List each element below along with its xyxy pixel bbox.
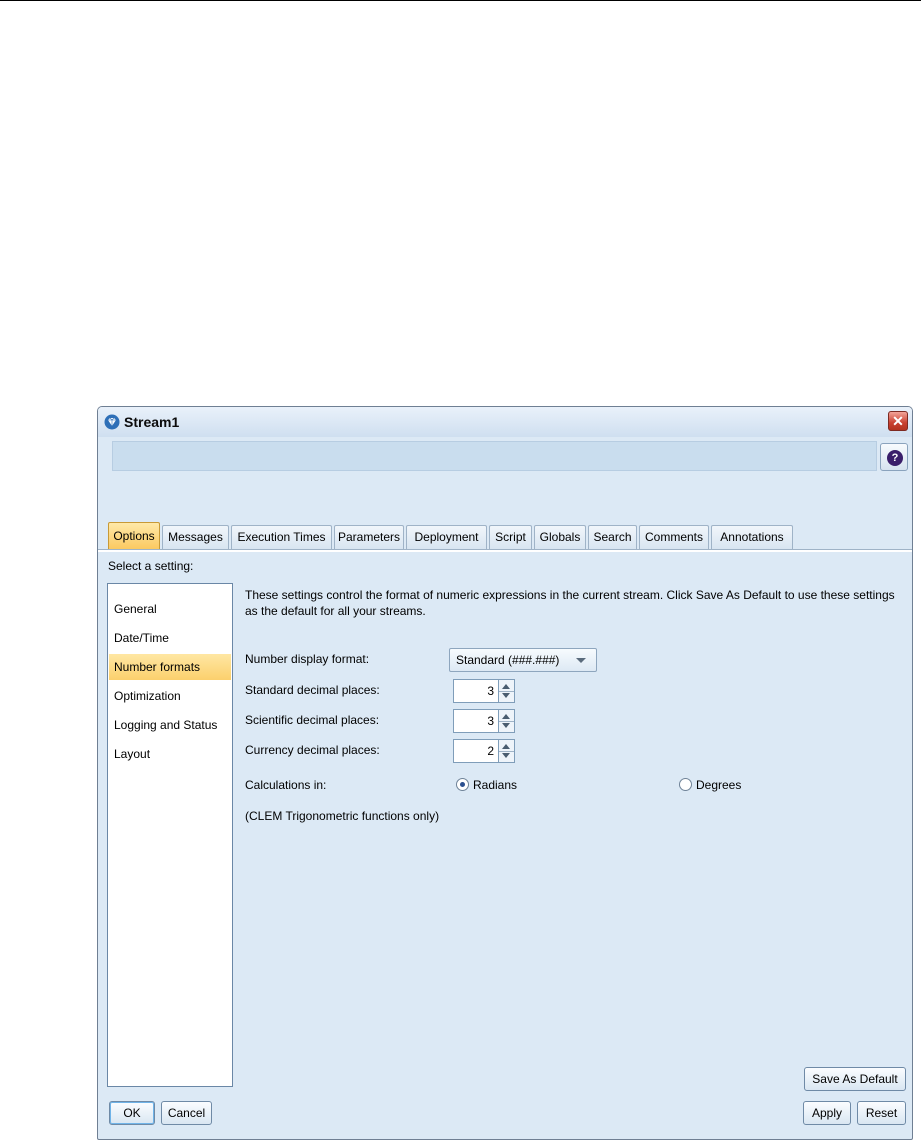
number-display-format-label: Number display format:: [245, 652, 370, 666]
tab-strip: Options Messages Execution Times Paramet…: [108, 522, 902, 550]
currency-decimal-places-label: Currency decimal places:: [245, 743, 380, 757]
spin-up-icon[interactable]: [502, 714, 510, 719]
intro-text: These settings control the format of num…: [245, 588, 895, 618]
currency-decimal-places-input[interactable]: 2: [453, 739, 499, 763]
spin-up-icon[interactable]: [502, 684, 510, 689]
stream-gem-icon: [104, 414, 120, 430]
scientific-decimal-places-stepper[interactable]: [499, 709, 515, 733]
tab-annotations[interactable]: Annotations: [711, 525, 793, 549]
spin-down-icon[interactable]: [502, 753, 510, 758]
setting-item-layout[interactable]: Layout: [109, 741, 231, 767]
stream-properties-dialog: Stream1 ✕ ? Options Messages Execution T…: [97, 406, 913, 1140]
spinner-divider: [499, 721, 514, 722]
tab-deployment[interactable]: Deployment: [406, 525, 487, 549]
spin-up-icon[interactable]: [502, 744, 510, 749]
calculations-note: (CLEM Trigonometric functions only): [245, 809, 440, 823]
apply-button[interactable]: Apply: [803, 1101, 851, 1125]
spinner-divider: [499, 691, 514, 692]
close-button[interactable]: ✕: [888, 411, 908, 431]
tab-options[interactable]: Options: [108, 522, 160, 550]
help-icon: ?: [887, 450, 903, 466]
scientific-decimal-places-label: Scientific decimal places:: [245, 713, 380, 727]
setting-item-general[interactable]: General: [109, 596, 231, 622]
setting-item-optimization[interactable]: Optimization: [109, 683, 231, 709]
tab-execution-times[interactable]: Execution Times: [231, 525, 332, 549]
setting-item-number-formats[interactable]: Number formats: [109, 654, 231, 680]
settings-list: General Date/Time Number formats Optimiz…: [107, 583, 233, 1087]
setting-item-logging-and-status[interactable]: Logging and Status: [109, 712, 231, 738]
cancel-button[interactable]: Cancel: [161, 1101, 212, 1125]
reset-button[interactable]: Reset: [857, 1101, 906, 1125]
setting-item-date-time[interactable]: Date/Time: [109, 625, 231, 651]
degrees-radio[interactable]: [679, 778, 692, 791]
number-display-format-value: Standard (###.###): [456, 653, 560, 667]
tab-script[interactable]: Script: [489, 525, 532, 549]
help-button[interactable]: ?: [880, 443, 908, 471]
currency-decimal-places-stepper[interactable]: [499, 739, 515, 763]
page-top-rule: [0, 0, 921, 1]
calculations-in-label: Calculations in:: [245, 778, 327, 792]
number-display-format-select[interactable]: Standard (###.###): [449, 648, 597, 672]
select-setting-label: Select a setting:: [108, 559, 194, 573]
spin-down-icon[interactable]: [502, 723, 510, 728]
tab-globals[interactable]: Globals: [534, 525, 586, 549]
title-bar[interactable]: Stream1 ✕: [98, 407, 912, 437]
radians-label[interactable]: Radians: [473, 778, 517, 792]
spin-down-icon[interactable]: [502, 693, 510, 698]
close-icon: ✕: [892, 413, 904, 429]
radians-radio[interactable]: [456, 778, 469, 791]
scientific-decimal-places-input[interactable]: 3: [453, 709, 499, 733]
spinner-divider: [499, 751, 514, 752]
window-title: Stream1: [124, 414, 180, 430]
stream-description-area: [112, 441, 877, 471]
standard-decimal-places-input[interactable]: 3: [453, 679, 499, 703]
degrees-label[interactable]: Degrees: [696, 778, 741, 792]
save-as-default-button[interactable]: Save As Default: [804, 1067, 906, 1091]
tab-comments[interactable]: Comments: [639, 525, 709, 549]
tab-divider: [98, 549, 912, 552]
tab-parameters[interactable]: Parameters: [334, 525, 404, 549]
standard-decimal-places-stepper[interactable]: [499, 679, 515, 703]
tab-messages[interactable]: Messages: [162, 525, 229, 549]
tab-search[interactable]: Search: [588, 525, 637, 549]
chevron-down-icon: [576, 658, 586, 663]
standard-decimal-places-label: Standard decimal places:: [245, 683, 380, 697]
ok-button[interactable]: OK: [109, 1101, 155, 1125]
